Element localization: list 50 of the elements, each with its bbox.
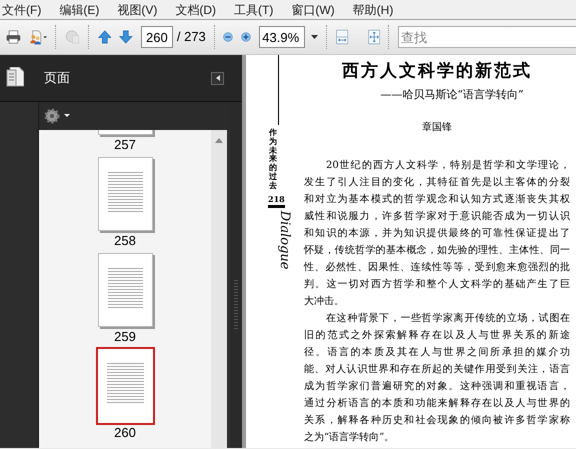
text-line: 关系，解释各种历史和社会现象的倾向被许多哲学家称 [304, 414, 570, 428]
text-line: 在这种背景下，一些哲学家离开传统的立场，试图在 [325, 312, 570, 326]
page-label: 258 [114, 233, 136, 249]
text-line: 判。这一切对西方哲学和整个人文科学的基础产生了巨 [304, 278, 570, 292]
text-line: 旧的范式之外探索解释存在以及人与世界关系的新途 [304, 328, 570, 343]
scroll-up-icon[interactable] [215, 138, 223, 143]
text-line: 20世纪的西方人文科学，特别是哲学和文学理论， [325, 158, 570, 173]
text-line: 和知识的本源，并为知识提供最终的可靠性保证提出了 [304, 226, 570, 241]
text-line: 能、对人认识世界和存在所起的关键作用受到关注，语言 [304, 362, 570, 377]
text-line: 和对立为基本模式的哲学观念和认知方式逐渐丧失其权 [304, 192, 570, 207]
text-line: 威性和说服力，许多哲学家对于意识能否成为一切认识 [304, 210, 570, 224]
page-number-field[interactable]: 260 [140, 26, 173, 48]
text-line: 怀疑，传统哲学的基本概念，如先验的理性、主体性、同一 [304, 244, 570, 258]
dropdown-caret-icon[interactable] [311, 35, 318, 39]
text-line: 性、必然性、因果性、连续性等等，受到愈来愈强烈的批 [304, 260, 570, 275]
menu-item[interactable]: 编辑(E) [59, 0, 100, 18]
menu-item[interactable]: 文件(F) [2, 0, 42, 18]
page-thumbnail[interactable] [98, 253, 152, 327]
article-title: 西方人文科学的新范式 [341, 60, 533, 83]
menu-item[interactable]: 帮助(H) [352, 0, 394, 18]
page-thumbnail[interactable] [98, 157, 152, 231]
text-line: 通过分析语言的本质和功能来解释存在以及人与世界的 [304, 396, 570, 411]
resize-grip[interactable] [234, 280, 238, 330]
text-line: 之为“语言学转向”。 [304, 430, 396, 445]
text-line: 大冲击。 [304, 294, 345, 309]
caret-icon [216, 75, 220, 81]
pages-icon[interactable] [6, 67, 24, 89]
margin-logo: Dialogue [276, 210, 293, 270]
page-number: 218 [268, 193, 285, 208]
gear-icon[interactable] [43, 107, 71, 125]
menu-item[interactable]: 工具(T) [234, 0, 274, 18]
margin-title: 作为未来的过去 [269, 128, 277, 190]
menu-item[interactable]: 文档(D) [175, 0, 216, 18]
page-thumbnail[interactable] [98, 349, 152, 423]
text-line: 成为哲学家们普遍研究的对象。这种强调和重视语言， [304, 380, 570, 394]
menu-item[interactable]: 窗口(W) [291, 0, 335, 18]
article-subtitle: ——哈贝马斯论“语言学转向” [379, 86, 525, 102]
page-label: 257 [114, 137, 136, 153]
page-count: / 273 [176, 28, 206, 46]
panel-title: 页面 [44, 69, 70, 88]
scrollbar[interactable] [211, 130, 227, 448]
page-label: 260 [114, 425, 136, 441]
text-line: 发生了引人注目的变化，其特征首先是以主客体的分裂 [304, 176, 570, 190]
collapse-button[interactable] [211, 72, 224, 84]
zoom-field[interactable]: 43.9% [259, 26, 306, 48]
search-field[interactable]: 查找 [398, 26, 576, 48]
menu-item[interactable]: 视图(V) [117, 0, 158, 18]
text-line: 径。语言的本质及其在人与世界之间所承担的媒介功 [304, 346, 570, 360]
author-name: 章国锋 [421, 120, 453, 135]
page-label: 259 [114, 329, 136, 345]
